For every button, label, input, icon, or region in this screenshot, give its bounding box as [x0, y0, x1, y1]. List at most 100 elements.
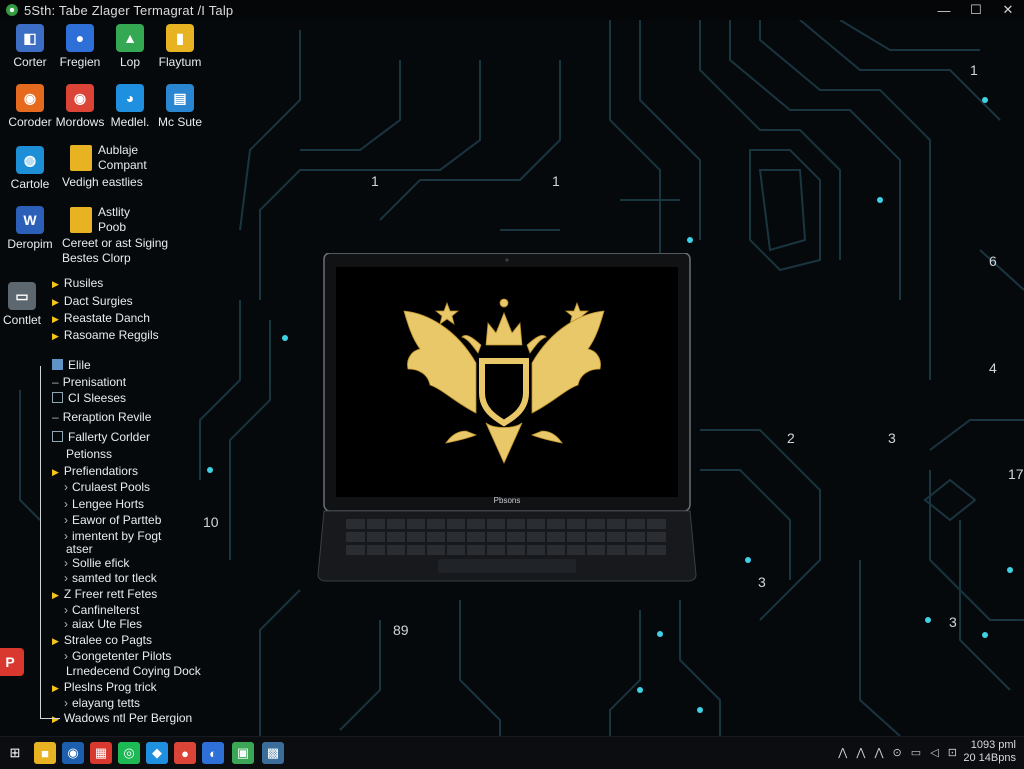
icon-label: Compant	[98, 158, 147, 172]
file-explorer-icon[interactable]: ■	[34, 742, 56, 764]
expand-arrow-icon[interactable]: ▶	[52, 683, 59, 693]
calendar-icon[interactable]: ▦	[90, 742, 112, 764]
start-button[interactable]: ⊞	[4, 742, 26, 764]
tree-item[interactable]: › samted tor tleck	[64, 571, 157, 586]
tree-item[interactable]: CI Sleeses	[52, 391, 126, 406]
people-icon[interactable]: ◐	[202, 742, 224, 764]
tree-item[interactable]: › aiax Ute Fles	[64, 617, 142, 632]
tree-item[interactable]: ▶ Dact Surgies	[52, 294, 133, 310]
maximize-button[interactable]: ☐	[960, 0, 992, 20]
firefox-icon: ◉	[16, 84, 44, 112]
tree-item[interactable]: ▶ Pleslns Prog trick	[52, 680, 157, 696]
tree-item[interactable]: Petionss	[66, 447, 112, 462]
icon-label: Mc Sute	[157, 115, 202, 129]
tree-item-label: elayang tetts	[72, 696, 141, 710]
tree-item-label: Crulaest Pools	[72, 480, 151, 494]
expand-arrow-icon[interactable]: ▶	[52, 279, 59, 289]
chevron-right-icon: ›	[64, 649, 68, 663]
search-icon[interactable]: ◉	[62, 742, 84, 764]
tree-item[interactable]: › Gongetenter Pilots	[64, 649, 171, 664]
tree-item[interactable]: ▶ Reastate Danch	[52, 311, 150, 327]
icon-label: Contlet	[2, 313, 42, 327]
tree-item-label: Gongetenter Pilots	[72, 649, 172, 663]
chevron-right-icon: ›	[64, 603, 68, 617]
tree-item[interactable]: – Prenisationt	[52, 375, 126, 390]
desktop-icon-deropim[interactable]: W Deropim	[0, 206, 65, 252]
desktop-icon-mc-sute[interactable]: ▤ Mc Sute	[145, 84, 215, 130]
desktop-icon-contlet[interactable]: ▭ Contlet	[0, 282, 57, 328]
taskbar-clock[interactable]: 1093 pml 20 14Bpns	[956, 739, 1016, 765]
minimize-button[interactable]: —	[928, 0, 960, 20]
tree-item-label: Reastate Danch	[63, 311, 150, 325]
tree-item[interactable]: ▶ Rusiles	[52, 276, 103, 292]
chrome-icon[interactable]: ●	[174, 742, 196, 764]
tree-item-label: Stralee co Pagts	[63, 633, 152, 647]
chevron-right-icon: ›	[64, 529, 68, 543]
expand-arrow-icon[interactable]: ▶	[52, 297, 59, 307]
clock-time: 1093 pml	[970, 739, 1016, 751]
wallpaper-number: 1	[371, 173, 379, 189]
expand-arrow-icon[interactable]: ▶	[52, 636, 59, 646]
tree-item[interactable]: ▶ Stralee co Pagts	[52, 633, 152, 649]
checkbox-icon	[52, 431, 63, 442]
folder-icon: ▮	[166, 24, 194, 52]
tree-item[interactable]: Elile	[52, 358, 91, 373]
icon-label: Cartole	[10, 177, 50, 191]
taskbar: ⊞ ■ ◉ ▦ ◎ ◆ ● ◐ ▣ ▩ ⋀ ⋀ ⋀ ⊙ ▭ ◁ ⊡ 1093 pml 20 14B…	[0, 736, 1024, 769]
tree-item[interactable]: › Sollie efick	[64, 556, 129, 571]
tree-item[interactable]: Fallerty Corlder	[52, 430, 150, 445]
tree-item[interactable]: › Canfinelterst	[64, 603, 139, 618]
expand-arrow-icon[interactable]: ▶	[52, 714, 59, 724]
tree-item-label: Canfinelterst	[72, 603, 140, 617]
store-icon[interactable]: ◆	[146, 742, 168, 764]
tree-item-label: Lengee Horts	[72, 497, 145, 511]
tree-item[interactable]: Lrnedecend Coying Dock	[66, 664, 201, 679]
tree-item[interactable]: ▶ Rasoame Reggils	[52, 328, 159, 344]
image-icon[interactable]: ▣	[232, 742, 254, 764]
desktop-icon-flaytum[interactable]: ▮ Flaytum	[145, 24, 215, 70]
tree-item-label: Z Freer rett Fetes	[63, 587, 158, 601]
spotify-icon[interactable]: ◎	[118, 742, 140, 764]
desktop-icon-cartole[interactable]: ◍ Cartole	[0, 146, 65, 192]
wallpaper-number: 6	[989, 253, 997, 269]
checkbox-icon	[52, 392, 63, 403]
file-icon	[70, 207, 92, 233]
chevron-right-icon: ›	[64, 556, 68, 570]
grid-app-icon[interactable]: ▩	[262, 742, 284, 764]
wallpaper-number: 1	[970, 62, 978, 78]
tree-item[interactable]: ▶ Z Freer rett Fetes	[52, 587, 157, 603]
expand-arrow-icon[interactable]: ▶	[52, 331, 59, 341]
laptop-brand: Pbsons	[494, 496, 521, 505]
expand-arrow-icon[interactable]: ▶	[52, 314, 59, 324]
tree-item[interactable]: › Crulaest Pools	[64, 480, 150, 495]
tree-item[interactable]: – Reraption Revile	[52, 410, 151, 425]
tree-item-label: aiax Ute Fles	[72, 617, 143, 631]
tree-item[interactable]: › Lengee Horts	[64, 497, 144, 512]
tree-item[interactable]: ▶ Prefiendatiors	[52, 464, 138, 480]
icon-label: Vedigh eastlies	[62, 175, 143, 189]
tree-item[interactable]: ▶ Wadows ntl Per Bergion	[52, 711, 192, 727]
tree-item[interactable]: › elayang tetts	[64, 696, 140, 711]
app-icon: ◧	[16, 24, 44, 52]
tree-item[interactable]: › Eawor of Partteb	[64, 513, 161, 528]
expand-arrow-icon[interactable]: ▶	[52, 590, 59, 600]
wallpaper-number: 17	[1008, 466, 1024, 482]
window-controls: — ☐ ✕	[928, 0, 1024, 20]
close-button[interactable]: ✕	[992, 0, 1024, 20]
tree-item-label: imentent by Fogt	[72, 529, 162, 543]
pdf-icon: P	[0, 648, 24, 676]
tree-item-label: Rusiles	[63, 276, 104, 290]
expand-arrow-icon[interactable]: ▶	[52, 467, 59, 477]
people-icon: ●	[66, 24, 94, 52]
window-titlebar: 5Sth: Tabe Zlager Termagrat /I Talp — ☐ …	[0, 0, 1024, 20]
tree-item[interactable]: atser	[66, 542, 93, 557]
app-icon	[6, 4, 18, 16]
wallpaper-number: 4	[989, 360, 997, 376]
chevron-right-icon: ›	[64, 571, 68, 585]
tree-item-label: atser	[66, 542, 93, 556]
wallpaper-number: 10	[203, 514, 219, 530]
branch-icon: –	[52, 410, 59, 424]
system-tray[interactable]: ⋀ ⋀ ⋀ ⊙ ▭ ◁ ⊡	[838, 746, 960, 759]
tree-guide-line	[40, 718, 60, 719]
desktop-icon-pdf[interactable]: P	[0, 648, 45, 679]
